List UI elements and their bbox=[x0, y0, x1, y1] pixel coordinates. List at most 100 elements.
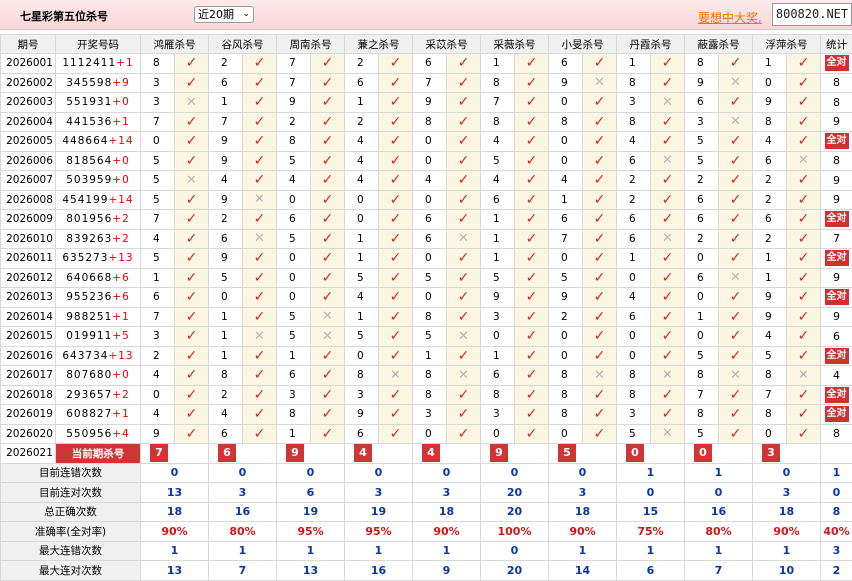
col-expert[interactable]: 采苡杀号 bbox=[413, 35, 481, 54]
kill-value: 6 bbox=[753, 210, 787, 230]
kill-value: 5 bbox=[549, 268, 583, 288]
summary-value: 3 bbox=[549, 483, 617, 503]
issue-cell: 2026005 bbox=[1, 132, 56, 152]
table-row: 2026009801956+27✓2✓6✓0✓6✓1✓6✓6✓6✓6✓全对 bbox=[1, 210, 852, 230]
summary-value: 16 bbox=[209, 502, 277, 522]
kill-value: 9 bbox=[345, 405, 379, 425]
col-expert[interactable]: 小旻杀号 bbox=[549, 35, 617, 54]
cross-icon: ✕ bbox=[719, 366, 753, 386]
issue-cell: 2026018 bbox=[1, 385, 56, 405]
cross-icon: ✕ bbox=[719, 112, 753, 132]
check-icon: ✓ bbox=[651, 327, 685, 347]
kill-value: 3 bbox=[617, 405, 651, 425]
check-icon: ✓ bbox=[787, 327, 821, 347]
period-select[interactable]: 近20期 ⌄ bbox=[194, 6, 254, 23]
check-icon: ✓ bbox=[379, 385, 413, 405]
check-icon: ✓ bbox=[515, 424, 549, 444]
current-kill-badge: 4 bbox=[354, 444, 372, 462]
current-kill-cell: 4 bbox=[413, 444, 481, 464]
check-icon: ✓ bbox=[583, 190, 617, 210]
col-expert[interactable]: 周南杀号 bbox=[277, 35, 345, 54]
cross-icon: ✕ bbox=[447, 327, 481, 347]
check-icon: ✓ bbox=[175, 327, 209, 347]
col-expert[interactable]: 蒹之杀号 bbox=[345, 35, 413, 54]
check-icon: ✓ bbox=[379, 73, 413, 93]
summary-value: 6 bbox=[277, 483, 345, 503]
summary-row: 准确率(全对率)90%80%95%95%90%100%90%75%80%90%4… bbox=[1, 522, 852, 542]
summary-value: 13 bbox=[141, 483, 209, 503]
summary-value: 1 bbox=[753, 541, 821, 561]
kill-value: 4 bbox=[753, 132, 787, 152]
check-icon: ✓ bbox=[583, 288, 617, 308]
check-icon: ✓ bbox=[379, 132, 413, 152]
table-row: 2026008454199+145✓9✕0✓0✓0✓6✓1✓2✓6✓2✓9 bbox=[1, 190, 852, 210]
all-correct-badge: 全对 bbox=[825, 55, 849, 71]
check-icon: ✓ bbox=[175, 307, 209, 327]
col-expert[interactable]: 采薇杀号 bbox=[481, 35, 549, 54]
check-icon: ✓ bbox=[719, 190, 753, 210]
draw-digits: 801956 bbox=[66, 213, 112, 225]
cross-icon: ✕ bbox=[583, 73, 617, 93]
kill-value: 5 bbox=[209, 268, 243, 288]
summary-value: 1 bbox=[277, 541, 345, 561]
kill-value: 1 bbox=[481, 249, 515, 269]
col-expert[interactable]: 谷风杀号 bbox=[209, 35, 277, 54]
check-icon: ✓ bbox=[447, 249, 481, 269]
check-icon: ✓ bbox=[379, 151, 413, 171]
col-draw: 开奖号码 bbox=[56, 35, 141, 54]
stat-cell: 9 bbox=[821, 112, 852, 132]
check-icon: ✓ bbox=[311, 268, 345, 288]
kill-value: 0 bbox=[549, 346, 583, 366]
draw-digits: 550956 bbox=[66, 428, 112, 440]
summary-value: 15 bbox=[617, 502, 685, 522]
summary-value: 13 bbox=[277, 561, 345, 581]
kill-value: 0 bbox=[345, 210, 379, 230]
site-logo[interactable]: 800820.NET bbox=[772, 3, 852, 26]
kill-value: 0 bbox=[345, 190, 379, 210]
kill-value: 2 bbox=[345, 54, 379, 74]
stat-cell: 全对 bbox=[821, 54, 852, 74]
kill-value: 8 bbox=[549, 366, 583, 386]
check-icon: ✓ bbox=[447, 93, 481, 113]
kill-value: 5 bbox=[617, 424, 651, 444]
kill-value: 0 bbox=[209, 288, 243, 308]
cross-icon: ✕ bbox=[719, 268, 753, 288]
check-icon: ✓ bbox=[175, 210, 209, 230]
table-row: 2026013955236+66✓0✓0✓4✓0✓9✓9✓4✓0✓9✓全对 bbox=[1, 288, 852, 308]
col-expert[interactable]: 丹霞杀号 bbox=[617, 35, 685, 54]
col-expert[interactable]: 浮萍杀号 bbox=[753, 35, 821, 54]
cross-icon: ✕ bbox=[651, 93, 685, 113]
kill-value: 3 bbox=[685, 112, 719, 132]
kill-value: 2 bbox=[277, 112, 311, 132]
check-icon: ✓ bbox=[379, 249, 413, 269]
kill-value: 8 bbox=[277, 132, 311, 152]
check-icon: ✓ bbox=[515, 307, 549, 327]
cross-icon: ✕ bbox=[719, 73, 753, 93]
summary-value: 0 bbox=[821, 483, 852, 503]
check-icon: ✓ bbox=[379, 210, 413, 230]
stat-cell: 6 bbox=[821, 327, 852, 347]
check-icon: ✓ bbox=[515, 73, 549, 93]
cross-icon: ✕ bbox=[243, 229, 277, 249]
col-expert[interactable]: 蔽露杀号 bbox=[685, 35, 753, 54]
summary-value: 1 bbox=[549, 541, 617, 561]
kill-value: 8 bbox=[481, 112, 515, 132]
kill-value: 3 bbox=[617, 93, 651, 113]
check-icon: ✓ bbox=[719, 229, 753, 249]
col-expert[interactable]: 鸿雁杀号 bbox=[141, 35, 209, 54]
cross-icon: ✕ bbox=[651, 424, 685, 444]
stat-cell: 全对 bbox=[821, 288, 852, 308]
kill-value: 5 bbox=[345, 268, 379, 288]
summary-value: 1 bbox=[617, 463, 685, 483]
current-label: 当前期杀号 bbox=[56, 444, 141, 464]
kill-value: 1 bbox=[685, 307, 719, 327]
stat-cell: 9 bbox=[821, 307, 852, 327]
slogan-link[interactable]: 要想中大奖, bbox=[698, 9, 762, 26]
kill-value: 8 bbox=[753, 366, 787, 386]
kill-value: 4 bbox=[209, 171, 243, 191]
kill-value: 1 bbox=[413, 346, 447, 366]
summary-value: 7 bbox=[209, 561, 277, 581]
stat-cell: 8 bbox=[821, 73, 852, 93]
draw-cell: 988251+1 bbox=[56, 307, 141, 327]
kill-value: 1 bbox=[481, 54, 515, 74]
